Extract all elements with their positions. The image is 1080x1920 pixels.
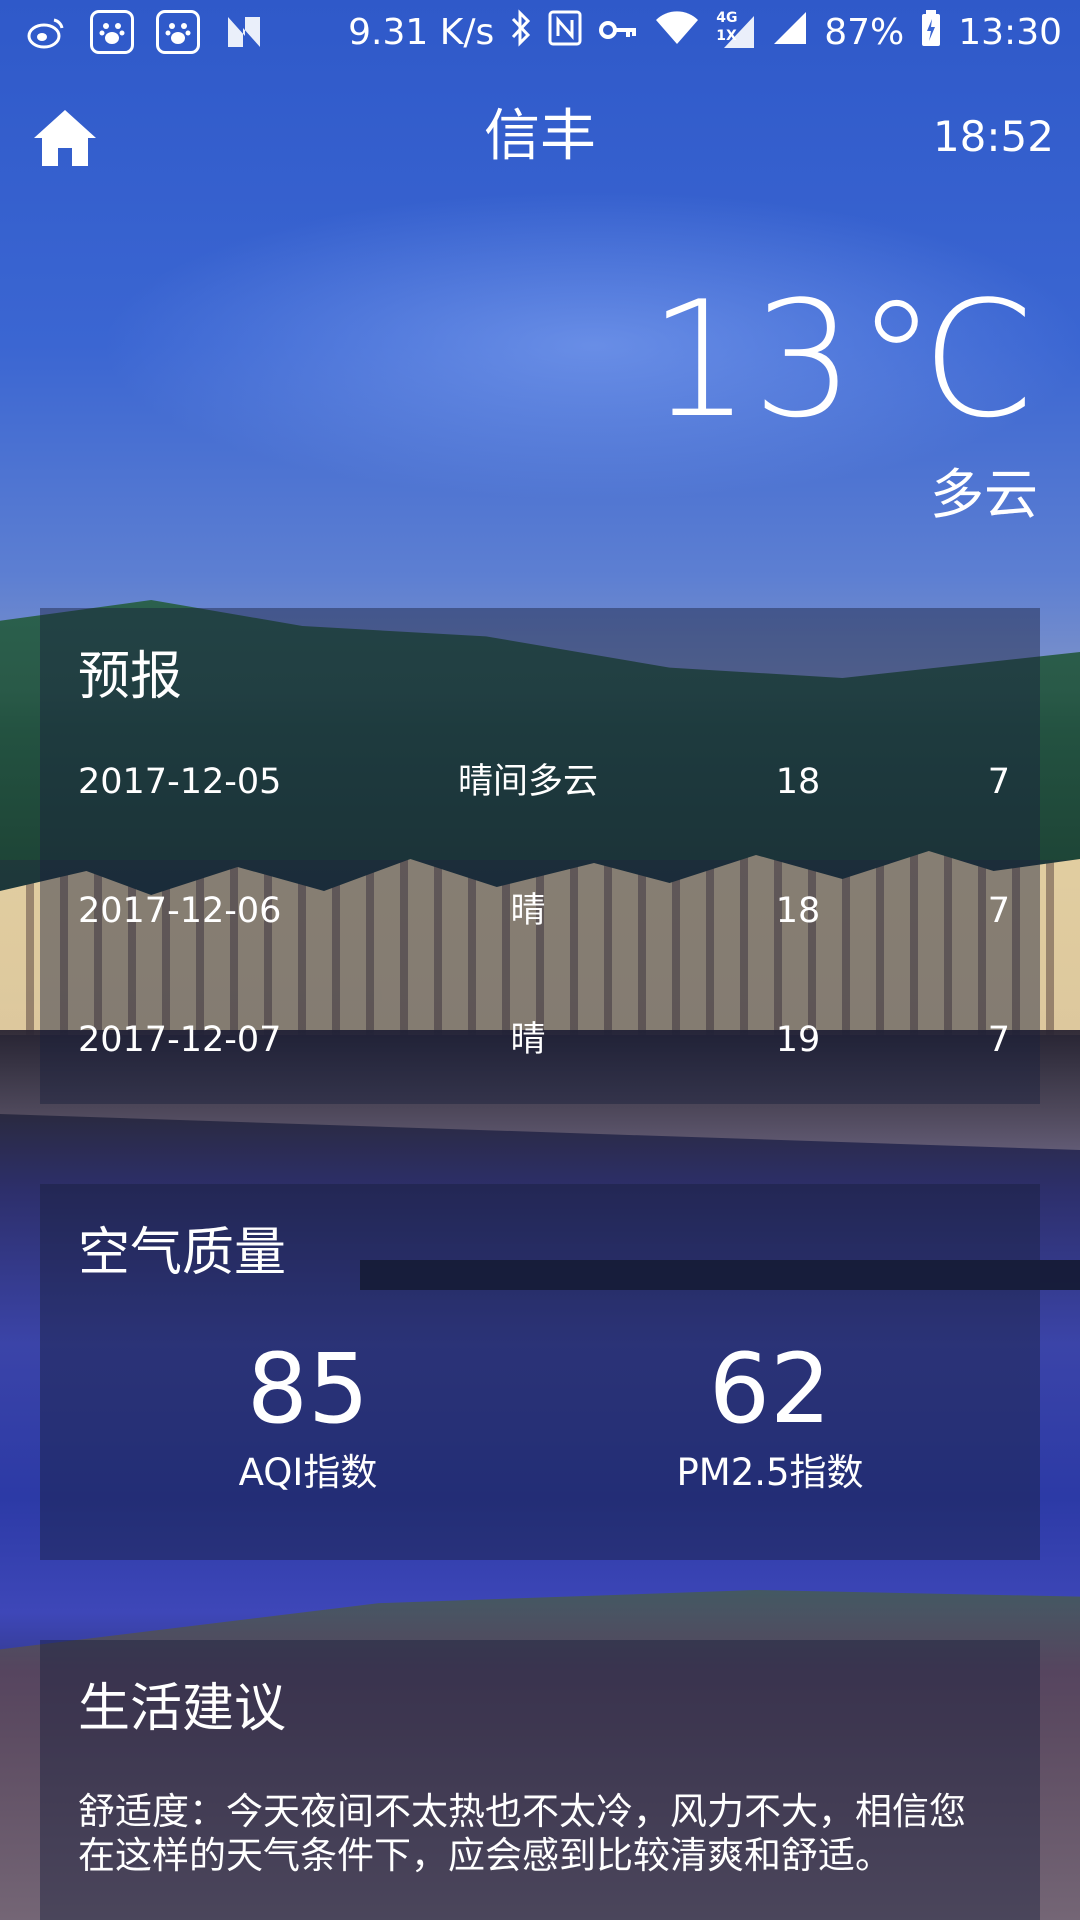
forecast-max-temp: 19: [775, 1020, 821, 1060]
header: 信丰 18:52: [0, 92, 1080, 182]
current-condition: 多云: [930, 463, 1038, 526]
baidu-paw-icon: [90, 10, 134, 54]
forecast-title: 预报: [78, 647, 183, 707]
baidu-paw-icon: [156, 10, 200, 54]
suggestion-title: 生活建议: [78, 1679, 287, 1739]
forecast-weather: 晴: [510, 891, 546, 931]
forecast-date: 2017-12-06: [78, 891, 282, 931]
network-sub: 1X: [716, 28, 737, 44]
status-notifications: [0, 10, 266, 54]
signal-icon: [772, 10, 808, 55]
forecast-weather: 晴间多云: [457, 762, 598, 802]
signal-icon: 4G 1X: [716, 10, 756, 50]
forecast-row: 2017-12-06 晴 18 7: [78, 881, 1010, 941]
battery-icon: [920, 9, 942, 56]
forecast-max-temp: 18: [775, 891, 821, 931]
forecast-date: 2017-12-07: [78, 1020, 282, 1060]
wifi-icon: [654, 10, 700, 55]
status-system: 9.31 K/s 4G 1X 87% 13:30: [348, 8, 1080, 56]
battery-percent: 87%: [824, 11, 905, 53]
forecast-card: 预报 2017-12-05 晴间多云 18 7 2017-12-06 晴 18 …: [40, 608, 1040, 1104]
update-time: 18:52: [932, 112, 1054, 161]
aqi-value: 85: [246, 1333, 370, 1445]
bluetooth-icon: [510, 8, 532, 56]
forecast-weather: 晴: [510, 1020, 546, 1060]
status-bar: 9.31 K/s 4G 1X 87% 13:30: [0, 0, 1080, 64]
weibo-icon: [24, 10, 68, 54]
pm25-value: 62: [708, 1333, 832, 1445]
aqi-label: AQI指数: [238, 1451, 378, 1494]
network-type: 4G: [716, 10, 738, 26]
current-temperature: 13℃: [648, 266, 1038, 453]
nfc-icon: [548, 10, 582, 55]
air-quality-title: 空气质量: [78, 1223, 287, 1283]
forecast-date: 2017-12-05: [78, 762, 282, 802]
pm25-label: PM2.5指数: [676, 1451, 864, 1494]
network-speed: 9.31 K/s: [348, 11, 495, 53]
n-logo-icon: [222, 10, 266, 54]
forecast-max-temp: 18: [775, 762, 821, 802]
air-quality-card: 空气质量 85 AQI指数 62 PM2.5指数: [40, 1184, 1040, 1560]
forecast-row: 2017-12-07 晴 19 7: [78, 1010, 1010, 1070]
suggestion-card: 生活建议 舒适度：今天夜间不太热也不太冷，风力不大，相信您在这样的天气条件下，应…: [40, 1640, 1040, 1920]
forecast-min-temp: 7: [987, 891, 1010, 931]
city-title: 信丰: [484, 104, 596, 169]
forecast-min-temp: 7: [987, 762, 1010, 802]
forecast-min-temp: 7: [987, 1020, 1010, 1060]
comfort-suggestion: 舒适度：今天夜间不太热也不太冷，风力不大，相信您在这样的天气条件下，应会感到比较…: [78, 1790, 966, 1877]
status-clock: 13:30: [958, 11, 1062, 53]
aqi-indicator: 85 AQI指数: [158, 1334, 458, 1498]
forecast-row: 2017-12-05 晴间多云 18 7: [78, 752, 1010, 812]
pm25-indicator: 62 PM2.5指数: [620, 1334, 920, 1498]
key-icon: [598, 12, 638, 52]
